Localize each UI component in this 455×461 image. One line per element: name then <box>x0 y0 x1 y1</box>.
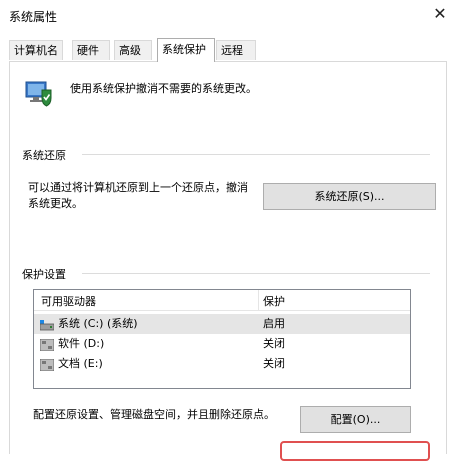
list-item[interactable]: 文档 (E:) 关闭 <box>34 354 410 374</box>
tab-system-protection[interactable]: 系统保护 <box>157 38 215 62</box>
tab-computer-name[interactable]: 计算机名 <box>9 40 63 60</box>
column-header-protection[interactable]: 保护 <box>263 293 285 309</box>
system-restore-button[interactable]: 系统还原(S)... <box>263 183 436 210</box>
drive-list[interactable]: 可用驱动器 保护 系统 (C:) (系统) 启用 软件 (D:) 关闭 文档 (… <box>33 289 411 389</box>
intro-text: 使用系统保护撤消不需要的系统更改。 <box>70 82 257 95</box>
section-divider <box>82 273 430 274</box>
drive-name: 软件 (D:) <box>58 337 105 350</box>
column-header-drives[interactable]: 可用驱动器 <box>41 293 96 309</box>
drive-icon <box>39 338 55 352</box>
system-restore-heading: 系统还原 <box>22 149 66 162</box>
tab-hardware[interactable]: 硬件 <box>72 40 110 60</box>
close-icon[interactable]: ✕ <box>430 4 450 24</box>
column-separator[interactable] <box>258 290 259 310</box>
list-item[interactable]: 系统 (C:) (系统) 启用 <box>34 314 410 334</box>
tab-advanced[interactable]: 高级 <box>114 40 152 60</box>
list-header: 可用驱动器 保护 <box>34 290 410 311</box>
system-drive-icon <box>39 318 55 331</box>
tab-panel <box>9 61 447 454</box>
highlight-box <box>280 441 430 461</box>
system-restore-description: 可以通过将计算机还原到上一个还原点，撤消系统更改。 <box>28 181 248 210</box>
drive-protection-status: 关闭 <box>263 357 285 370</box>
window-title: 系统属性 <box>9 10 58 24</box>
monitor-shield-icon <box>24 78 54 108</box>
protection-settings-heading: 保护设置 <box>22 268 66 281</box>
drive-name: 文档 (E:) <box>58 357 103 370</box>
section-divider <box>82 154 430 155</box>
configure-button[interactable]: 配置(O)... <box>300 406 411 433</box>
drive-protection-status: 关闭 <box>263 337 285 350</box>
drive-protection-status: 启用 <box>263 317 285 330</box>
tab-remote[interactable]: 远程 <box>216 40 256 60</box>
drive-icon <box>39 358 55 372</box>
list-item[interactable]: 软件 (D:) 关闭 <box>34 334 410 354</box>
configure-description: 配置还原设置、管理磁盘空间，并且删除还原点。 <box>33 408 275 421</box>
drive-name: 系统 (C:) (系统) <box>58 317 138 330</box>
